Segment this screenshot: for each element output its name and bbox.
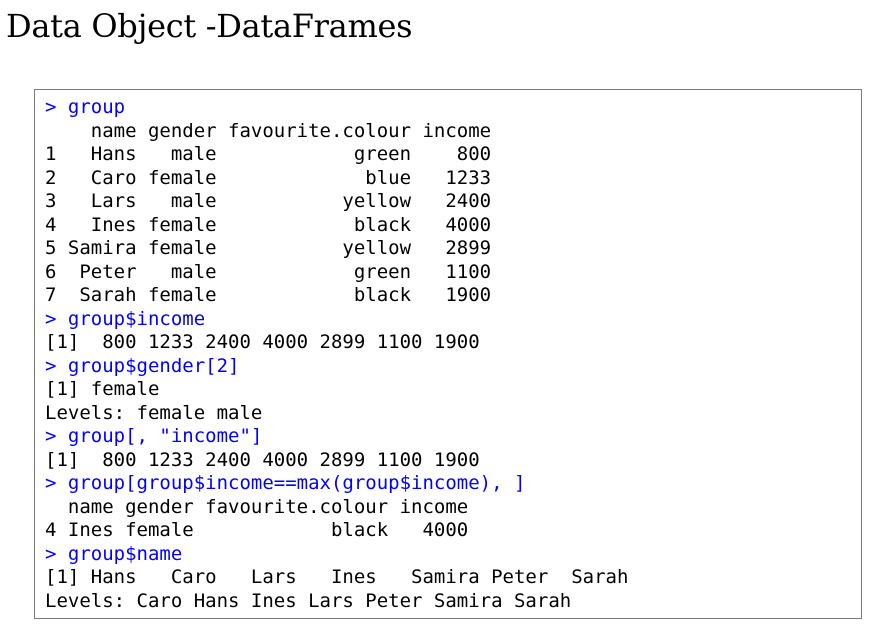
- console-output-line: 1 Hans male green 800: [45, 143, 492, 165]
- console-command: > group[, "income"]: [45, 425, 263, 447]
- console-lines: > group name gender favourite.colour inc…: [45, 96, 857, 613]
- console-output-line: 4 Ines female black 4000: [45, 519, 469, 541]
- console-output-line: [1] female: [45, 378, 160, 400]
- console-output-line: name gender favourite.colour income: [45, 495, 469, 518]
- console-output-line: 6 Peter male green 1100: [45, 260, 492, 283]
- console-output-line: 3 Lars male yellow 2400: [45, 190, 492, 212]
- r-console-output: > group name gender favourite.colour inc…: [34, 89, 862, 619]
- console-output-line: name gender favourite.colour income: [45, 119, 492, 142]
- console-command: > group: [45, 96, 126, 118]
- console-output-line: [1] 800 1233 2400 4000 2899 1100 1900: [45, 331, 480, 353]
- console-output-line: 4 Ines female black 4000: [45, 213, 492, 236]
- console-command: > group$gender[2]: [45, 354, 240, 377]
- page-title: Data Object -DataFrames: [6, 7, 413, 45]
- console-output-line: 2 Caro female blue 1233: [45, 166, 492, 189]
- console-output-line: Levels: female male: [45, 401, 263, 424]
- console-output-line: Levels: Caro Hans Ines Lars Peter Samira…: [45, 589, 572, 612]
- console-output-line: 5 Samira female yellow 2899: [45, 237, 492, 259]
- console-output-line: [1] 800 1233 2400 4000 2899 1100 1900: [45, 448, 480, 471]
- console-command: > group$income: [45, 307, 206, 330]
- console-command: > group[group$income==max(group$income),…: [45, 472, 526, 494]
- console-output-line: [1] Hans Caro Lars Ines Samira Peter Sar…: [45, 566, 629, 588]
- console-output-line: 7 Sarah female black 1900: [45, 284, 492, 306]
- console-command: > group$name: [45, 542, 183, 565]
